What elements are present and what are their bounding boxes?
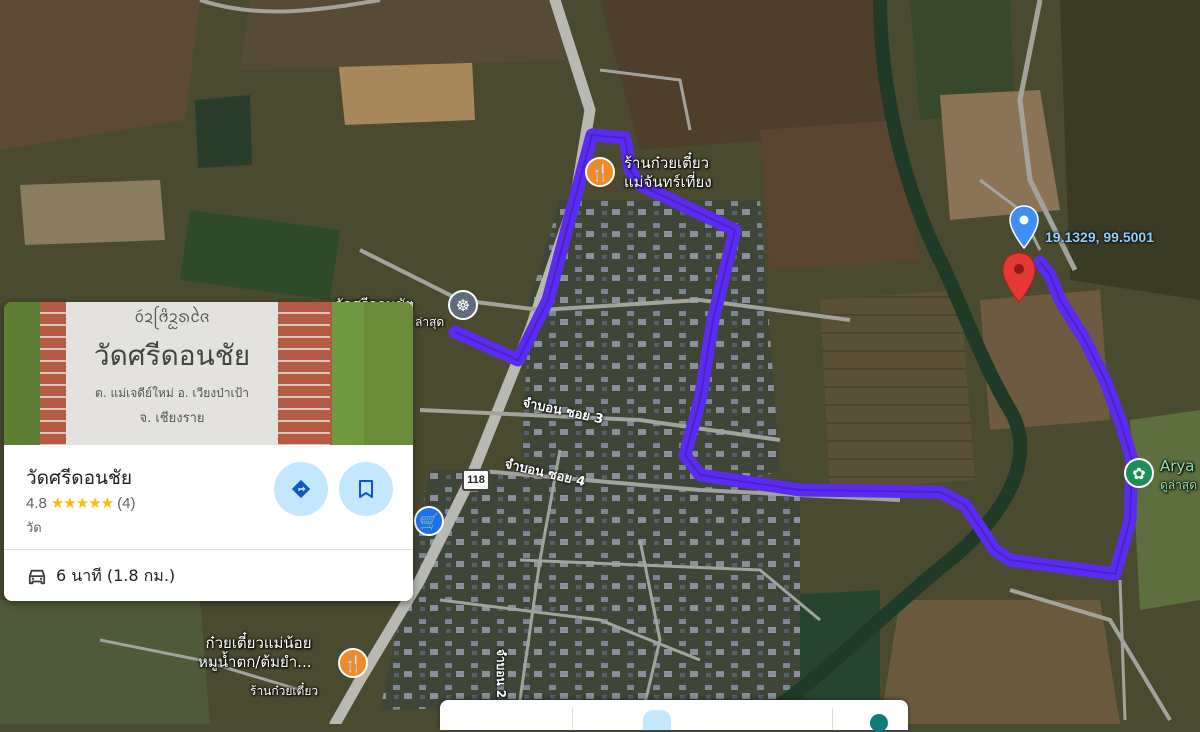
- temple-pin-icon[interactable]: ☸: [448, 290, 478, 320]
- place-name[interactable]: วัดศรีดอนชัย: [26, 463, 132, 493]
- coordinate-label[interactable]: 19.1329, 99.5001: [1045, 229, 1154, 245]
- poi-noodle-bottom-label[interactable]: ก๋วยเตี๋ยวแม่น้อย หมูน้ำตก/ต้มยำ...: [198, 634, 311, 672]
- sign-title: วัดศรีดอนชัย: [93, 339, 251, 372]
- card-divider: [4, 549, 413, 550]
- poi-noodle-bottom-line2: หมูน้ำตก/ต้มยำ...: [198, 653, 312, 671]
- poi-noodle-top-line1: ร้านก๋วยเตี๋ยว: [624, 154, 710, 172]
- shopping-pin-icon[interactable]: 🛒: [414, 506, 444, 536]
- poi-arya-sub: ดูล่าสุด: [1160, 478, 1198, 492]
- forest: [1060, 0, 1200, 300]
- restaurant-pin-icon-bottom[interactable]: 🍴: [338, 648, 368, 678]
- poi-arya-label[interactable]: Arya: [1160, 457, 1195, 476]
- place-info: วัดศรีดอนชัย 4.8 ★★★★★ (4) วัด: [4, 445, 413, 549]
- place-photo[interactable]: ᩅᩢᨯᩆᩕᩦᨯᩬᩁᨩᩱ วัดศรีดอนชัย ต. แม่เจดีย์ใหม…: [4, 302, 413, 445]
- directions-button[interactable]: [274, 462, 328, 516]
- bottom-panel-divider-2: [832, 708, 833, 730]
- poi-temple-sub: ล่าสุด: [415, 315, 445, 329]
- pond: [195, 95, 252, 168]
- poi-noodle-top-label[interactable]: ร้านก๋วยเตี๋ยว แม่จันทร์เที่ยง: [624, 154, 712, 192]
- field: [0, 600, 210, 724]
- car-icon: [28, 569, 46, 584]
- travel-time: 6 นาที (1.8 กม.): [56, 566, 176, 585]
- travel-info[interactable]: 6 นาที (1.8 กม.): [26, 564, 175, 589]
- road-label-2: จำบอน 2: [494, 648, 509, 699]
- review-count[interactable]: (4): [117, 495, 135, 512]
- village-area: [380, 470, 800, 710]
- park-pin-icon[interactable]: ✿: [1124, 458, 1154, 488]
- poi-noodle-bottom-line1: ก๋วยเตี๋ยวแม่น้อย: [205, 634, 312, 652]
- sign-top-text: ᩅᩢᨯᩆᩕᩦᨯᩬᩁᨩᩱ: [134, 307, 210, 326]
- rating-stars-icon: ★★★★★: [50, 495, 114, 512]
- highway-shield: 118: [462, 469, 490, 491]
- field-green: [1130, 410, 1200, 610]
- field: [20, 180, 165, 245]
- directions-icon: [291, 479, 311, 499]
- poi-noodle-bottom-sub: ร้านก๋วยเตี๋ยว: [250, 684, 319, 698]
- poi-noodle-top-line2: แม่จันทร์เที่ยง: [624, 173, 712, 191]
- bottom-panel-icon: [643, 710, 671, 730]
- sign-subtitle-2: จ. เชียงราย: [139, 411, 205, 426]
- restaurant-pin-icon[interactable]: 🍴: [585, 157, 615, 187]
- place-card[interactable]: ᩅᩢᨯᩆᩕᩦᨯᩬᩁᨩᩱ วัดศรีดอนชัย ต. แม่เจดีย์ใหม…: [4, 302, 413, 601]
- save-button[interactable]: [339, 462, 393, 516]
- sign-subtitle-1: ต. แม่เจดีย์ใหม่ อ. เวียงป่าเป้า: [95, 386, 249, 400]
- bottom-panel-toggle-icon[interactable]: [870, 714, 888, 732]
- rating-value: 4.8: [26, 494, 47, 512]
- bottom-panel-divider: [572, 708, 573, 730]
- bottom-panel[interactable]: [440, 700, 908, 732]
- bookmark-icon: [359, 480, 373, 498]
- place-category: วัด: [26, 521, 42, 536]
- field: [880, 600, 1120, 724]
- rating-row[interactable]: 4.8 ★★★★★ (4): [26, 494, 135, 513]
